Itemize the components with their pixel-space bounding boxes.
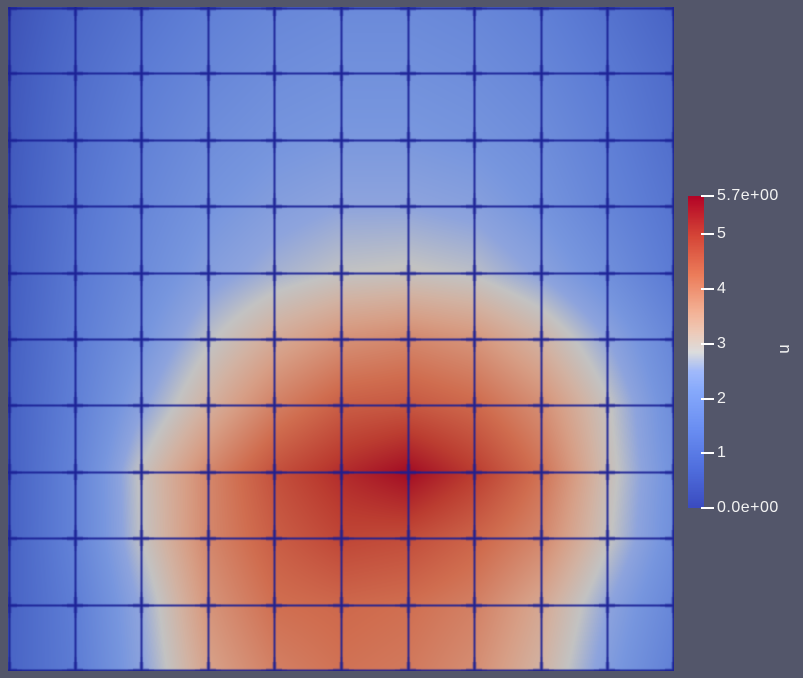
mesh-canvas[interactable]	[8, 7, 674, 671]
colorbar-tick-dash	[701, 343, 714, 345]
colorbar-tick-label: 5.7e+00	[717, 187, 779, 205]
colorbar-tick-dash	[701, 452, 714, 454]
colorbar-title: u	[771, 334, 797, 364]
colorbar-tick-dash	[701, 195, 714, 197]
colorbar-gradient[interactable]	[688, 196, 704, 508]
colorbar-tick-dash	[701, 398, 714, 400]
colorbar-tick-label: 1	[717, 444, 726, 462]
colorbar-tick-label: 2	[717, 390, 726, 408]
colorbar-tick-dash	[701, 233, 714, 235]
colorbar-tick-label: 4	[717, 280, 726, 298]
colorbar-tick-dash	[701, 288, 714, 290]
colorbar-tick-dash	[701, 507, 714, 509]
colorbar-tick-label: 5	[717, 225, 726, 243]
colorbar-tick-label: 0.0e+00	[717, 499, 779, 517]
colorbar-tick-label: 3	[717, 335, 726, 353]
render-viewport[interactable]: 5.7e+00 5 4 3 2 1 0.0e+00 u	[0, 0, 803, 678]
